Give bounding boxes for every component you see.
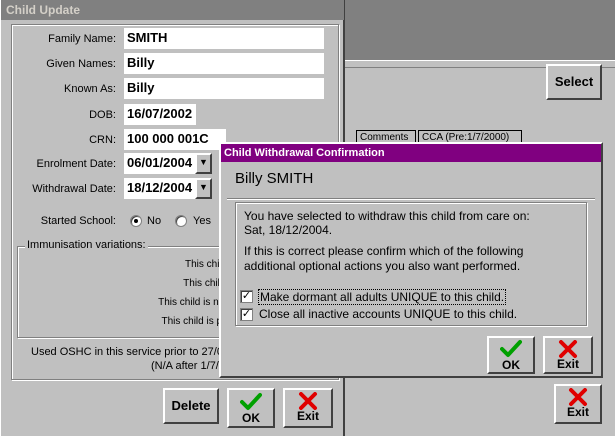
family-name-label: Family Name:: [48, 33, 116, 45]
exit-x-icon: [559, 340, 577, 358]
dialog-message: additional optional actions you also wan…: [244, 259, 521, 273]
oshc-note: (N/A after 1/7/: [151, 360, 219, 372]
child-update-title: Child Update: [1, 0, 344, 20]
checkmark-icon: [240, 393, 262, 410]
exit-label: Exit: [296, 409, 319, 423]
enrolment-date-field[interactable]: 06/01/2004: [124, 153, 195, 174]
chevron-down-icon: ▼: [199, 182, 208, 192]
delete-button[interactable]: Delete: [163, 388, 219, 424]
make-dormant-checkbox[interactable]: ✓: [240, 290, 253, 303]
dialog-title: Child Withdrawal Confirmation: [221, 144, 601, 162]
chevron-down-icon: ▼: [199, 157, 208, 167]
dialog-child-name: Billy SMITH: [235, 170, 314, 187]
withdrawal-date-dropdown[interactable]: ▼: [195, 178, 212, 199]
given-names-label: Given Names:: [46, 58, 116, 70]
immunisation-group-title: Immunisation variations:: [25, 239, 148, 251]
ok-label: OK: [242, 411, 260, 425]
select-button[interactable]: Select: [546, 64, 602, 100]
dialog-ok-label: OK: [502, 358, 520, 372]
dialog-message: You have selected to withdraw this child…: [244, 209, 530, 223]
checkmark-icon: [500, 340, 522, 357]
withdrawal-date-label: Withdrawal Date:: [32, 183, 116, 195]
started-school-no-label: No: [147, 215, 162, 227]
withdrawal-confirmation-dialog: Child Withdrawal Confirmation Billy SMIT…: [219, 142, 603, 378]
dialog-exit-label: Exit: [556, 357, 579, 371]
crn-field[interactable]: 100 000 001C: [124, 129, 226, 150]
dialog-exit-button[interactable]: Exit: [543, 336, 593, 374]
oshc-label: Used OSHC in this service prior to 27/0: [31, 346, 223, 358]
dob-label: DOB:: [89, 109, 116, 121]
dialog-message-box: You have selected to withdraw this child…: [235, 202, 587, 326]
close-accounts-checkbox[interactable]: ✓: [240, 308, 253, 321]
started-school-yes-label: Yes: [193, 215, 211, 227]
started-school-no-radio[interactable]: [130, 215, 142, 227]
background-exit-button[interactable]: Exit: [554, 384, 602, 424]
dialog-message: If this is correct please confirm which …: [244, 244, 524, 258]
crn-label: CRN:: [89, 134, 116, 146]
enrolment-date-label: Enrolment Date:: [36, 158, 116, 170]
ok-button[interactable]: OK: [227, 388, 275, 428]
background-window-titlebar: [344, 0, 615, 60]
known-as-field[interactable]: Billy: [124, 78, 324, 99]
known-as-label: Known As:: [64, 83, 116, 95]
family-name-field[interactable]: SMITH: [124, 28, 324, 49]
dob-field[interactable]: 16/07/2002: [124, 104, 196, 125]
exit-button[interactable]: Exit: [283, 388, 333, 428]
withdrawal-date-field[interactable]: 18/12/2004: [124, 178, 195, 199]
enrolment-date-dropdown[interactable]: ▼: [195, 153, 212, 174]
exit-x-icon: [299, 392, 317, 410]
given-names-field[interactable]: Billy: [124, 53, 324, 74]
started-school-label: Started School:: [40, 215, 116, 227]
background-exit-label: Exit: [566, 405, 589, 419]
started-school-yes-radio[interactable]: [175, 215, 187, 227]
dialog-ok-button[interactable]: OK: [487, 336, 535, 374]
make-dormant-label: Make dormant all adults UNIQUE to this c…: [258, 289, 507, 305]
close-accounts-label: Close all inactive accounts UNIQUE to th…: [259, 307, 518, 321]
dialog-message: Sat, 18/12/2004.: [244, 223, 333, 237]
exit-x-icon: [569, 388, 587, 406]
dialog-separator: [227, 198, 595, 200]
